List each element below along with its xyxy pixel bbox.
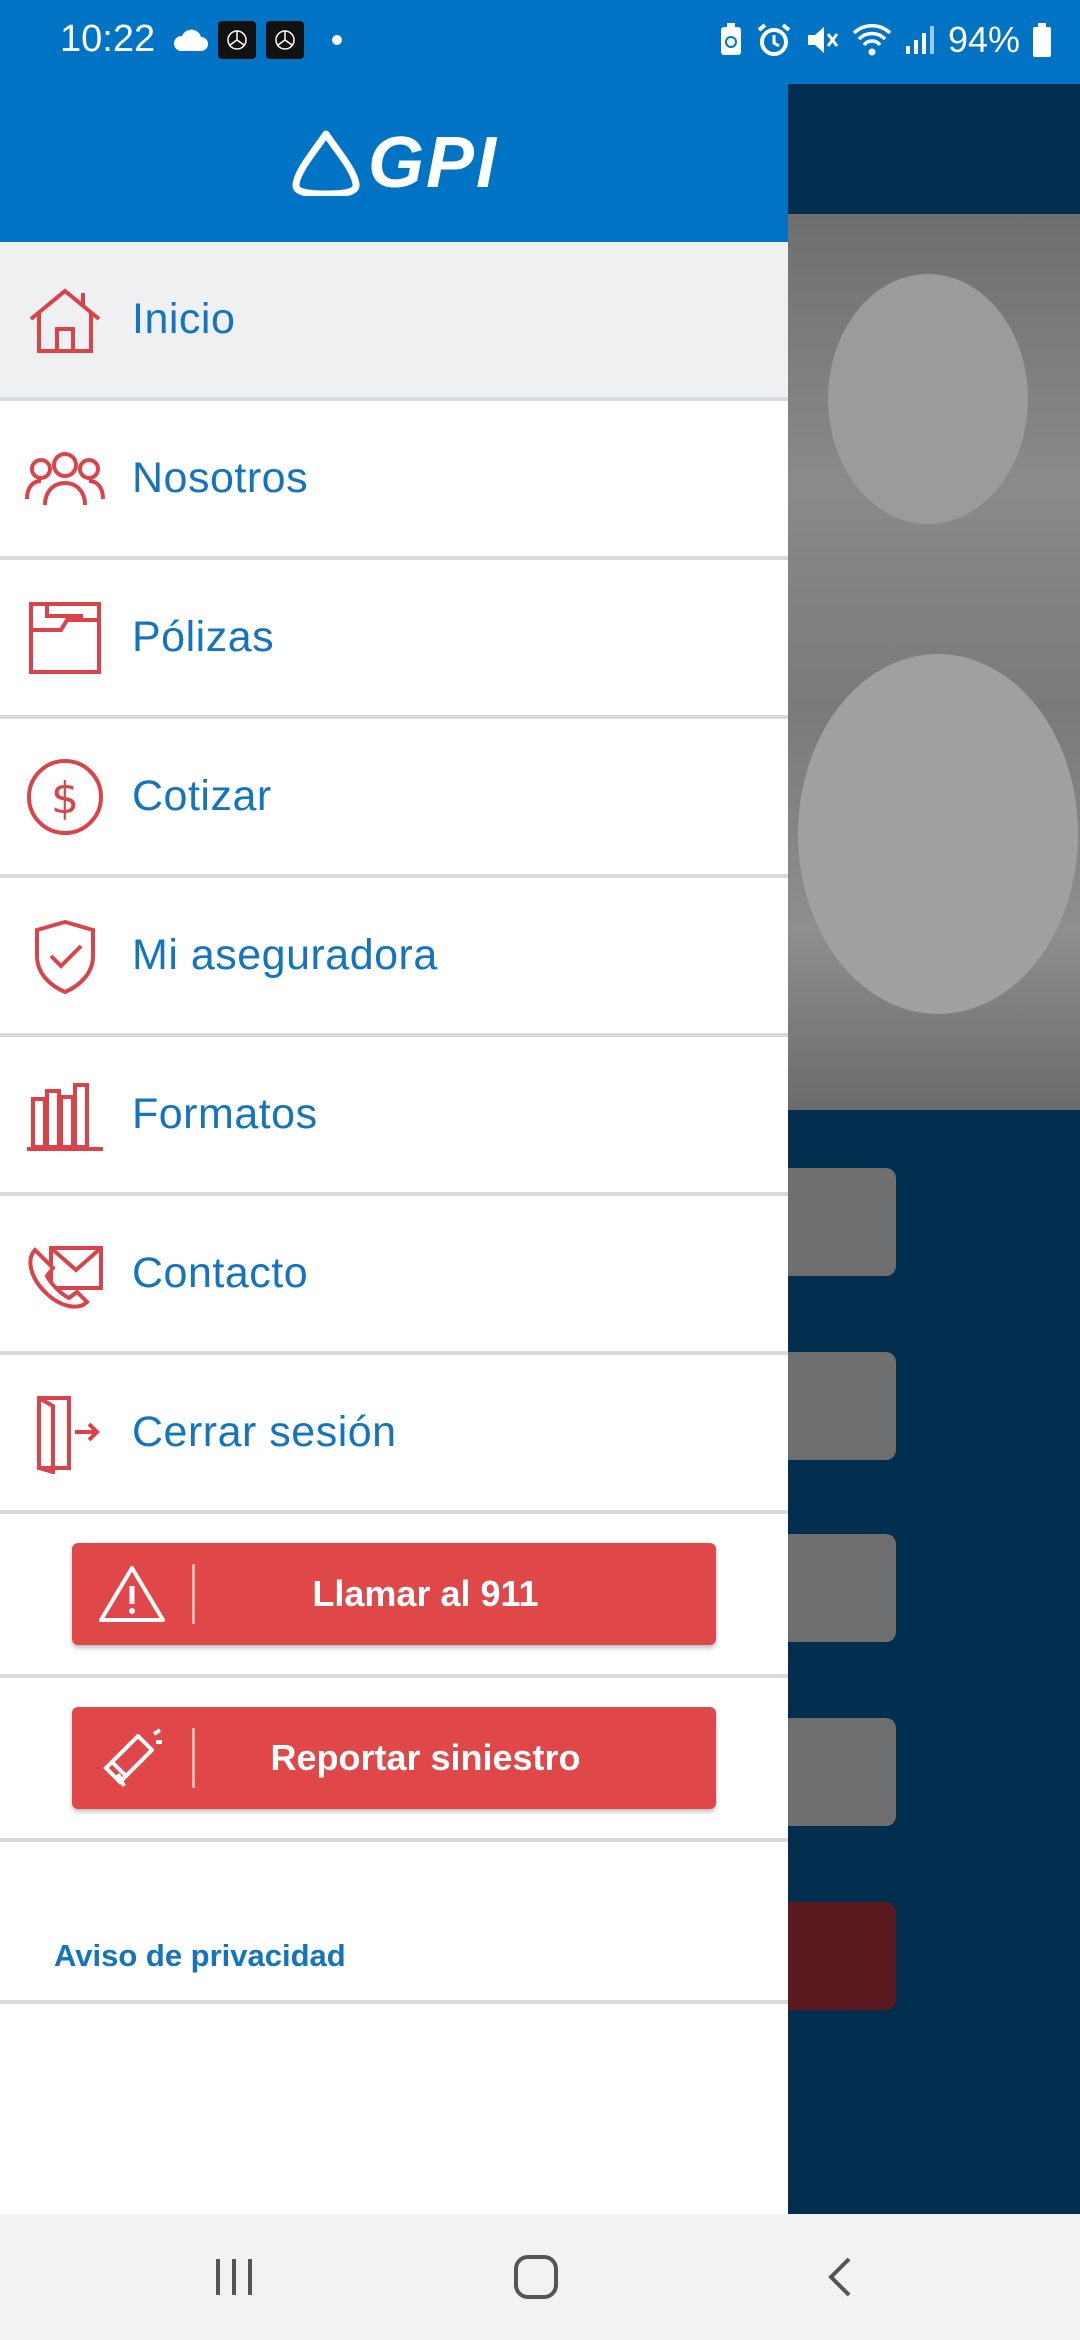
- privacy-notice-link[interactable]: Aviso de privacidad: [54, 1938, 346, 1974]
- menu-item-formatos[interactable]: Formatos: [0, 1037, 788, 1196]
- folder-icon: [24, 597, 106, 679]
- gpi-logo: GPI: [290, 122, 498, 204]
- background-button: [788, 1352, 896, 1460]
- photo-woman: [798, 654, 1078, 1014]
- status-time: 10:22: [60, 18, 156, 60]
- background-button: [788, 1902, 896, 2010]
- background-button: [788, 1718, 896, 1826]
- dollar-coin-icon: $: [24, 756, 106, 838]
- menu-item-mi-aseguradora[interactable]: Mi aseguradora: [0, 878, 788, 1037]
- megaphone-icon: [72, 1707, 192, 1809]
- signal-icon: [905, 26, 934, 54]
- menu-label: Nosotros: [132, 454, 309, 502]
- home-icon: [24, 279, 106, 361]
- photo-child: [828, 274, 1028, 524]
- report-claim-label: Reportar siniestro: [270, 1737, 581, 1778]
- home-button[interactable]: [496, 2242, 576, 2312]
- warning-icon: [72, 1543, 192, 1645]
- status-right-icons: 94%: [718, 18, 1052, 62]
- hero-photo: [788, 214, 1080, 1110]
- menu-item-contacto[interactable]: Contacto: [0, 1196, 788, 1355]
- call-911-row: Llamar al 911: [0, 1514, 788, 1678]
- status-bar: 10:22 94%: [0, 0, 1080, 84]
- logout-icon: [24, 1392, 106, 1474]
- back-icon: [828, 2257, 851, 2297]
- app-notification-icon: [266, 21, 304, 59]
- recent-apps-button[interactable]: [194, 2242, 274, 2312]
- menu-label: Cotizar: [132, 772, 272, 820]
- battery-percent: 94%: [947, 19, 1020, 60]
- background-screen[interactable]: [788, 84, 1080, 2214]
- drawer-header: GPI: [0, 84, 788, 242]
- cloud-icon: [173, 29, 208, 51]
- people-icon: [24, 438, 106, 520]
- report-row: Reportar siniestro: [0, 1678, 788, 1842]
- call-911-button[interactable]: Llamar al 911: [72, 1543, 716, 1645]
- system-nav-bar: [0, 2214, 1080, 2340]
- privacy-row: Aviso de privacidad: [0, 1842, 788, 2004]
- menu-label: Mi aseguradora: [132, 931, 438, 979]
- background-button: [788, 1534, 896, 1642]
- battery-saver-icon: [720, 23, 741, 55]
- status-left-icons: [172, 20, 342, 60]
- bookshelf-icon: [24, 1074, 106, 1156]
- app-notification-icon: [218, 21, 256, 59]
- phone-mail-icon: [24, 1233, 106, 1315]
- call-911-label: Llamar al 911: [312, 1573, 539, 1614]
- dot-icon: [332, 35, 342, 45]
- svg-text:$: $: [51, 773, 79, 824]
- recent-apps-icon: [216, 2259, 252, 2295]
- menu-label: Contacto: [132, 1249, 309, 1297]
- navigation-drawer: GPI Inicio Nosotros Pólizas $ Cotizar Mi…: [0, 84, 788, 2214]
- menu-item-polizas[interactable]: Pólizas: [0, 560, 788, 719]
- background-button: [788, 1168, 896, 1276]
- menu-item-nosotros[interactable]: Nosotros: [0, 401, 788, 560]
- drawer-menu: Inicio Nosotros Pólizas $ Cotizar Mi ase…: [0, 242, 788, 2004]
- menu-label: Pólizas: [132, 613, 275, 661]
- report-claim-button[interactable]: Reportar siniestro: [72, 1707, 716, 1809]
- wifi-icon: [852, 24, 892, 56]
- shield-check-icon: [24, 915, 106, 997]
- battery-icon: [1033, 23, 1051, 57]
- alarm-icon: [757, 23, 791, 56]
- menu-label: Formatos: [132, 1090, 318, 1138]
- back-button[interactable]: [800, 2242, 880, 2312]
- menu-item-cotizar[interactable]: $ Cotizar: [0, 719, 788, 878]
- menu-label: Cerrar sesión: [132, 1408, 397, 1456]
- menu-item-cerrar-sesion[interactable]: Cerrar sesión: [0, 1355, 788, 1514]
- mute-icon: [807, 27, 839, 53]
- logo-icon: [292, 130, 360, 196]
- menu-label: Inicio: [132, 295, 236, 343]
- home-circle-icon: [514, 2255, 558, 2299]
- menu-item-inicio[interactable]: Inicio: [0, 242, 788, 401]
